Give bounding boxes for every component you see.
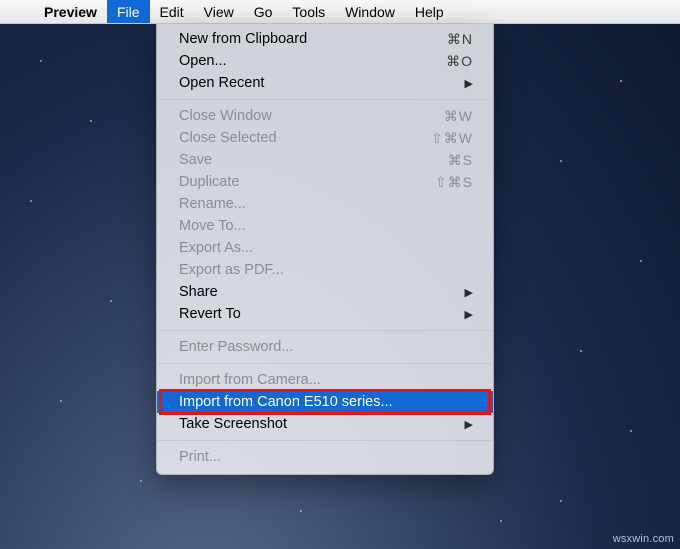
menu-item-label: Rename... — [179, 196, 473, 212]
menu-item-rename: Rename... — [157, 193, 493, 215]
menu-item-label: Take Screenshot — [179, 416, 459, 432]
menu-window[interactable]: Window — [335, 0, 405, 23]
submenu-arrow-icon: ▶ — [465, 77, 473, 90]
menu-item-open-recent[interactable]: Open Recent ▶ — [157, 72, 493, 94]
watermark-text: wsxwin.com — [613, 533, 674, 545]
menu-item-label: Duplicate — [179, 174, 419, 190]
menu-item-label: Revert To — [179, 306, 459, 322]
menu-item-label: Export As... — [179, 240, 473, 256]
menu-item-revert-to[interactable]: Revert To ▶ — [157, 303, 493, 325]
menu-item-open[interactable]: Open...⌘O — [157, 50, 493, 72]
menu-view[interactable]: View — [194, 0, 244, 23]
menu-item-move-to: Move To... — [157, 215, 493, 237]
menu-item-share[interactable]: Share ▶ — [157, 281, 493, 303]
menu-item-shortcut: ⌘W — [419, 108, 473, 125]
menu-item-shortcut: ⌘N — [419, 31, 473, 48]
menu-item-import-from-canon-e510-series[interactable]: Import from Canon E510 series... — [157, 391, 493, 413]
menu-item-close-selected: Close Selected⇧⌘W — [157, 127, 493, 149]
menu-item-export-as: Export As... — [157, 237, 493, 259]
menu-item-label: Print... — [179, 449, 473, 465]
menu-separator — [158, 99, 492, 100]
menu-item-shortcut: ⇧⌘S — [419, 174, 473, 191]
menu-item-label: Close Window — [179, 108, 419, 124]
menu-item-new-from-clipboard[interactable]: New from Clipboard⌘N — [157, 28, 493, 50]
menu-item-import-from-camera: Import from Camera... — [157, 369, 493, 391]
menu-file[interactable]: File — [107, 0, 150, 23]
menu-item-label: Import from Canon E510 series... — [179, 394, 473, 410]
menu-item-enter-password: Enter Password... — [157, 336, 493, 358]
menu-separator — [158, 330, 492, 331]
menu-item-label: Move To... — [179, 218, 473, 234]
menu-separator — [158, 440, 492, 441]
menu-help[interactable]: Help — [405, 0, 454, 23]
menu-item-shortcut: ⇧⌘W — [419, 130, 473, 147]
menu-item-duplicate: Duplicate⇧⌘S — [157, 171, 493, 193]
menu-tools[interactable]: Tools — [282, 0, 335, 23]
app-menu[interactable]: Preview — [34, 0, 107, 23]
menu-item-shortcut: ⌘O — [419, 53, 473, 70]
menu-item-print: Print... — [157, 446, 493, 468]
menu-item-save: Save⌘S — [157, 149, 493, 171]
menu-item-label: Save — [179, 152, 419, 168]
menu-item-label: Export as PDF... — [179, 262, 473, 278]
menu-item-label: Open... — [179, 53, 419, 69]
menu-item-export-as-pdf: Export as PDF... — [157, 259, 493, 281]
menu-item-close-window: Close Window⌘W — [157, 105, 493, 127]
menu-item-label: Enter Password... — [179, 339, 473, 355]
menu-go[interactable]: Go — [244, 0, 283, 23]
menu-item-shortcut: ⌘S — [419, 152, 473, 169]
apple-menu-icon[interactable] — [0, 0, 34, 23]
menu-separator — [158, 363, 492, 364]
menu-item-label: Close Selected — [179, 130, 419, 146]
submenu-arrow-icon: ▶ — [465, 286, 473, 299]
menu-item-label: Share — [179, 284, 459, 300]
menu-item-take-screenshot[interactable]: Take Screenshot ▶ — [157, 413, 493, 435]
menu-bar: Preview FileEditViewGoToolsWindowHelp — [0, 0, 680, 24]
menu-item-label: Open Recent — [179, 75, 459, 91]
submenu-arrow-icon: ▶ — [465, 418, 473, 431]
menu-item-label: New from Clipboard — [179, 31, 419, 47]
menu-item-label: Import from Camera... — [179, 372, 473, 388]
desktop-wallpaper: Preview FileEditViewGoToolsWindowHelp Ne… — [0, 0, 680, 549]
menu-edit[interactable]: Edit — [150, 0, 194, 23]
submenu-arrow-icon: ▶ — [465, 308, 473, 321]
file-menu-dropdown: New from Clipboard⌘NOpen...⌘OOpen Recent… — [156, 24, 494, 475]
